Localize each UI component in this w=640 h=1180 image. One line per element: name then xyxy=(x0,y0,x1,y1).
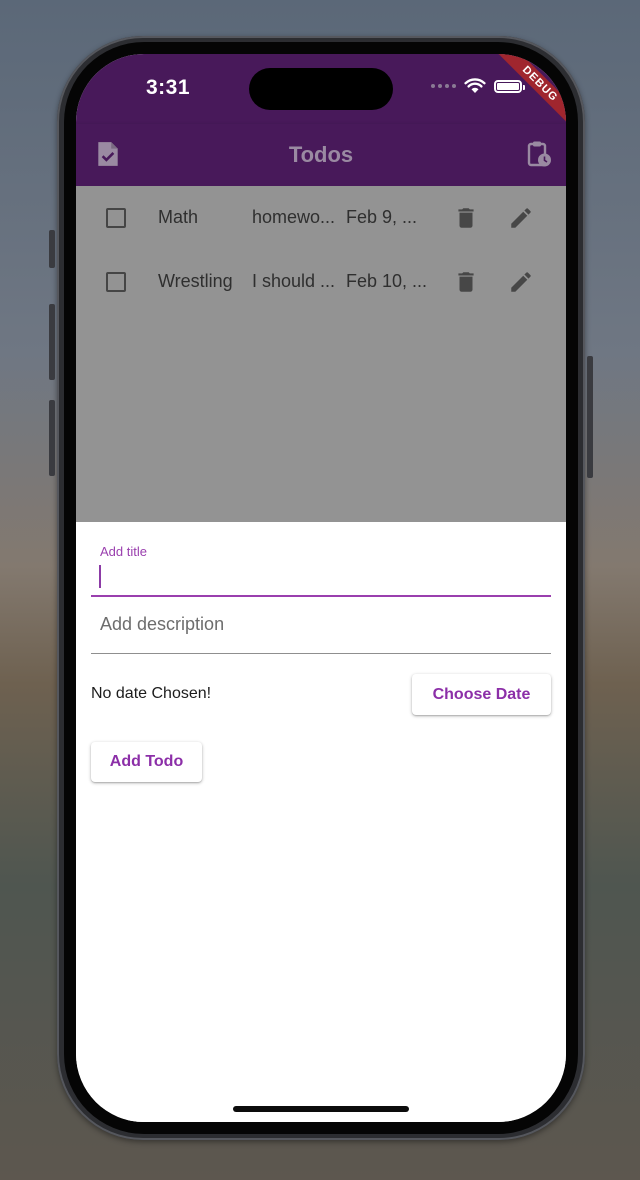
title-field-label: Add title xyxy=(100,544,147,559)
signal-dots-icon xyxy=(431,84,456,88)
choose-date-button[interactable]: Choose Date xyxy=(412,674,551,715)
edit-pencil-icon[interactable] xyxy=(508,269,534,295)
app-bar: Todos xyxy=(76,124,566,186)
trash-icon[interactable] xyxy=(453,269,479,295)
description-input-underline xyxy=(91,653,551,654)
volume-up-button xyxy=(49,304,55,380)
todo-description: I should ... xyxy=(252,271,336,291)
trash-icon[interactable] xyxy=(453,205,479,231)
page-title: Todos xyxy=(288,142,354,167)
todo-description: homewo... xyxy=(252,207,336,227)
todo-checkbox[interactable] xyxy=(106,208,126,228)
status-bar: 3:31 DEBUG xyxy=(76,54,566,133)
volume-down-button xyxy=(49,400,55,476)
todo-date: Feb 9, ... xyxy=(346,207,418,227)
power-button xyxy=(587,356,593,478)
edit-pencil-icon[interactable] xyxy=(508,205,534,231)
todo-title: Math xyxy=(158,207,199,227)
add-todo-button[interactable]: Add Todo xyxy=(91,742,202,782)
description-input[interactable]: Add description xyxy=(100,614,224,635)
todo-date: Feb 10, ... xyxy=(346,271,428,291)
todo-title: Wrestling xyxy=(158,271,233,291)
title-input[interactable] xyxy=(91,595,551,597)
wifi-icon xyxy=(464,78,486,93)
clipboard-clock-icon[interactable] xyxy=(526,140,552,168)
table-row: Wrestling I should ... Feb 10, ... xyxy=(76,250,566,314)
status-icons xyxy=(431,78,525,94)
battery-icon xyxy=(494,79,525,93)
home-indicator[interactable] xyxy=(233,1106,409,1112)
app-screen: 3:31 DEBUG Todos Math homewo... Feb 9, .… xyxy=(76,54,566,1122)
add-todo-sheet xyxy=(76,522,566,1122)
title-input-cursor[interactable] xyxy=(99,565,101,588)
action-button xyxy=(49,230,55,268)
todo-list: Math homewo... Feb 9, ... Wrestling I sh… xyxy=(76,186,566,522)
dynamic-island xyxy=(249,68,393,110)
date-status-text: No date Chosen! xyxy=(91,685,212,702)
status-time: 3:31 xyxy=(146,76,191,99)
table-row: Math homewo... Feb 9, ... xyxy=(76,186,566,250)
todo-checkbox[interactable] xyxy=(106,272,126,292)
